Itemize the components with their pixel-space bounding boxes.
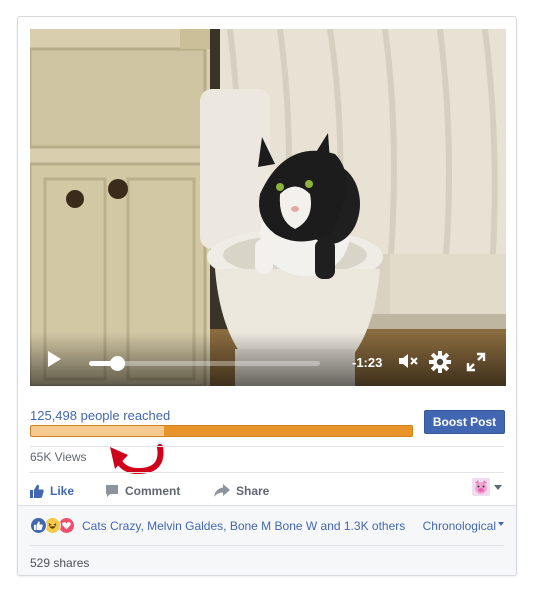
- share-arrow-icon: [214, 484, 230, 497]
- share-label: Share: [236, 484, 270, 498]
- divider: [30, 472, 504, 473]
- sort-order-label: Chronological: [422, 519, 496, 533]
- play-icon[interactable]: [48, 351, 61, 367]
- mute-icon[interactable]: [398, 353, 418, 369]
- video-post-card: -1:23 125,498 people reached Boost Post …: [17, 16, 517, 576]
- fullscreen-icon[interactable]: [466, 352, 486, 372]
- shares-count-link[interactable]: 529 shares: [30, 556, 89, 570]
- gear-icon[interactable]: [429, 351, 451, 373]
- chevron-down-icon: [494, 484, 502, 490]
- boost-post-button[interactable]: Boost Post: [424, 410, 505, 434]
- annotation-arrow-icon: [110, 444, 164, 475]
- video-player[interactable]: -1:23: [30, 29, 506, 386]
- page-identity-selector[interactable]: [472, 478, 502, 496]
- video-scrubber-handle[interactable]: [109, 356, 125, 371]
- reaction-icons[interactable]: [30, 517, 80, 535]
- reach-bar: [30, 425, 413, 437]
- time-remaining: -1:23: [352, 355, 383, 370]
- video-controls: -1:23: [30, 332, 506, 386]
- view-count: 65K Views: [30, 450, 87, 464]
- divider: [30, 545, 504, 546]
- pig-avatar-icon: [472, 478, 490, 496]
- share-button[interactable]: Share: [214, 481, 269, 501]
- comment-icon: [106, 485, 118, 497]
- divider: [30, 446, 504, 447]
- reactions-footer: Cats Crazy, Melvin Galdes, Bone M Bone W…: [18, 505, 516, 575]
- like-button[interactable]: Like: [30, 481, 74, 501]
- people-reached-link[interactable]: 125,498 people reached: [30, 408, 170, 423]
- comment-sort-dropdown[interactable]: Chronological: [423, 519, 504, 533]
- comment-button[interactable]: Comment: [105, 481, 180, 501]
- like-reaction-icon: [30, 517, 47, 534]
- comment-label: Comment: [125, 484, 181, 498]
- like-label: Like: [50, 484, 75, 498]
- thumbs-up-icon: [30, 484, 44, 498]
- reactions-summary-link[interactable]: Cats Crazy, Melvin Galdes, Bone M Bone W…: [82, 519, 405, 533]
- chevron-down-icon: [498, 521, 504, 526]
